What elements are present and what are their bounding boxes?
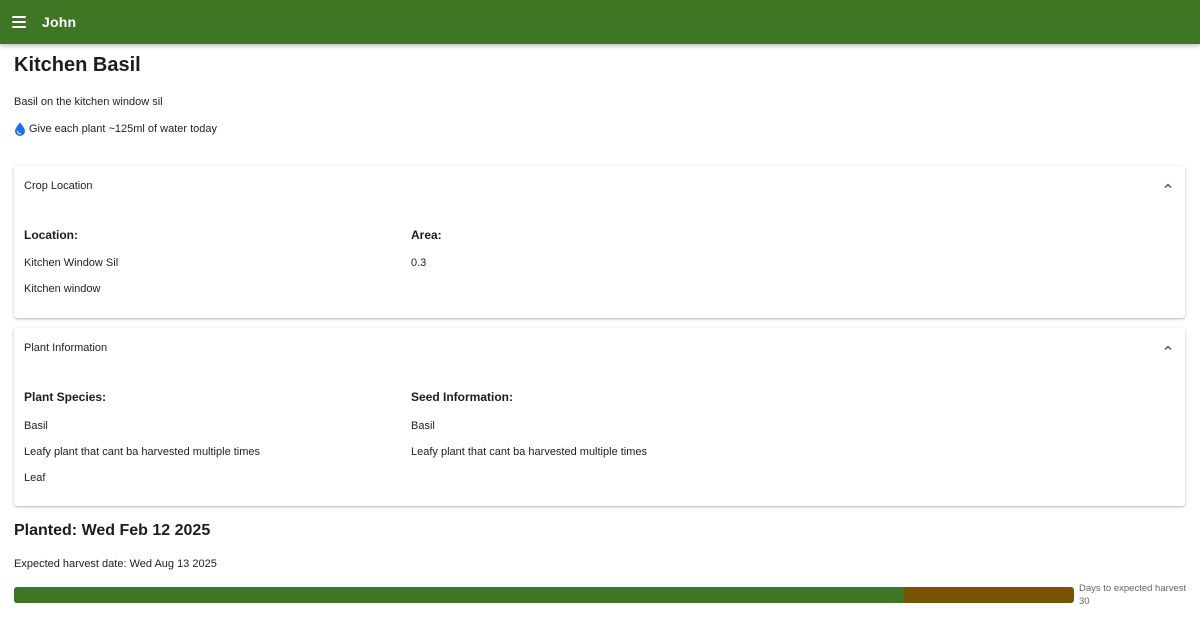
seed-name: Basil (411, 420, 435, 432)
crop-location-header[interactable]: Crop Location (14, 166, 1185, 206)
location-name: Kitchen Window Sil (24, 257, 119, 269)
seed-information-heading: Seed Information: (411, 390, 514, 404)
water-drop-icon (15, 122, 25, 136)
chevron-up-icon[interactable] (1163, 181, 1173, 191)
area-value: 0.3 (411, 257, 427, 269)
chevron-up-icon[interactable] (1163, 343, 1173, 353)
seed-description: Leafy plant that cant ba harvested multi… (411, 446, 648, 458)
area-heading: Area: (411, 228, 442, 242)
menu-icon[interactable] (12, 16, 26, 28)
plant-species-name: Basil (24, 420, 48, 432)
plant-information-card: Plant Information Plant Species: Basil L… (14, 328, 1185, 506)
harvest-progress-fill (14, 587, 905, 603)
crop-description: Basil on the kitchen window sil (14, 96, 163, 108)
days-to-harvest-label: Days to expected harvest (1079, 583, 1187, 594)
app-title: John (42, 14, 77, 30)
location-description: Kitchen window (24, 283, 101, 295)
page-title: Kitchen Basil (14, 54, 141, 76)
plant-species-heading: Plant Species: (24, 390, 107, 404)
water-tip: Give each plant ~125ml of water today (14, 122, 217, 136)
crop-location-title: Crop Location (24, 180, 93, 192)
location-heading: Location: (24, 228, 78, 242)
crop-location-card: Crop Location Location: Kitchen Window S… (14, 166, 1185, 318)
plant-information-header[interactable]: Plant Information (14, 328, 1185, 368)
plant-information-title: Plant Information (24, 342, 108, 354)
days-to-harvest-value: 30 (1079, 596, 1090, 607)
plant-species-type: Leaf (24, 472, 46, 484)
harvest-progress-bar (14, 587, 1074, 603)
expected-harvest-date: Expected harvest date: Wed Aug 13 2025 (14, 558, 217, 570)
app-bar: John (0, 0, 1200, 44)
planted-date: Planted: Wed Feb 12 2025 (14, 522, 211, 539)
plant-species-description: Leafy plant that cant ba harvested multi… (24, 446, 261, 458)
water-tip-text: Give each plant ~125ml of water today (29, 123, 218, 135)
